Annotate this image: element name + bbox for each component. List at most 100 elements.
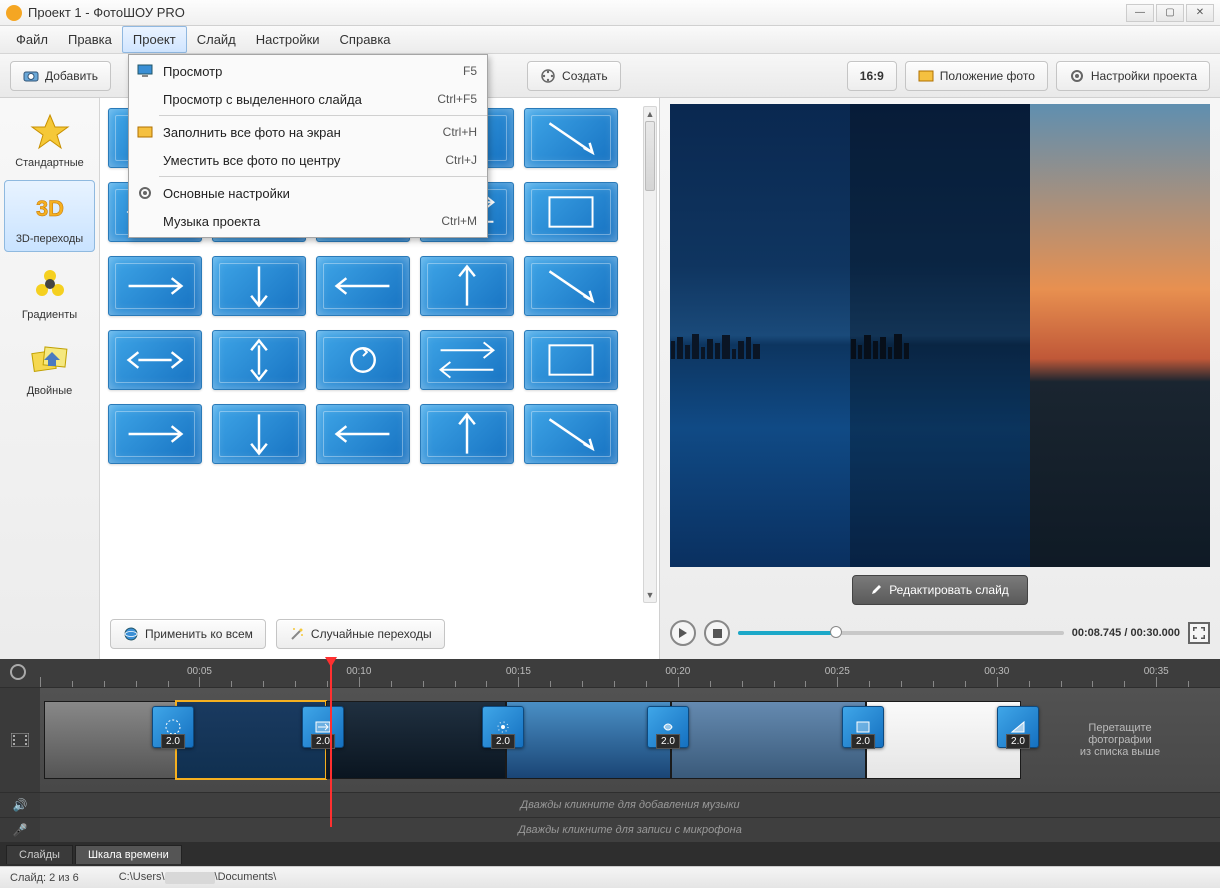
transition-thumb[interactable] [420,330,514,390]
stop-button[interactable] [704,620,730,646]
transition-thumb[interactable] [212,404,306,464]
dd-preview-from-slide[interactable]: Просмотр с выделенного слайда Ctrl+F5 [129,85,487,113]
timeline-tabs: Слайды Шкала времени [0,842,1220,866]
ruler-label: 00:35 [1144,666,1169,677]
ruler-label: 00:05 [187,666,212,677]
menu-edit[interactable]: Правка [58,26,122,53]
transition-thumb[interactable] [316,256,410,316]
cat-gradients[interactable]: Градиенты [4,256,95,328]
transition-thumb[interactable] [420,404,514,464]
menu-project[interactable]: Проект [122,26,187,53]
transition-thumb[interactable] [524,108,618,168]
menu-file[interactable]: Файл [6,26,58,53]
project-settings-button[interactable]: Настройки проекта [1056,61,1210,91]
transition-thumb[interactable] [524,256,618,316]
audio-track-row: 🔊 Дважды кликните для добавления музыки [0,792,1220,817]
random-transitions-button[interactable]: Случайные переходы [276,619,445,649]
mic-track[interactable]: Дважды кликните для записи с микрофона [40,818,1220,842]
transition-badge[interactable]: 2.0 [647,706,689,748]
monitor-icon [133,63,157,79]
edit-slide-button[interactable]: Редактировать слайд [852,575,1028,605]
playhead[interactable] [330,659,332,827]
photo-position-button[interactable]: Положение фото [905,61,1048,91]
audio-track[interactable]: Дважды кликните для добавления музыки [40,793,1220,817]
dd-fit-center[interactable]: Уместить все фото по центру Ctrl+J [129,146,487,174]
play-button[interactable] [670,620,696,646]
gradient-icon [29,263,71,305]
transition-thumb[interactable] [524,182,618,242]
pencil-icon [871,583,883,598]
video-track[interactable]: 2.0 2.0 2.0 2.0 2.0 2.0 Перетащите фотог… [40,688,1220,792]
playback-controls: 00:08.745 / 00:30.000 [670,613,1210,653]
video-track-row: 2.0 2.0 2.0 2.0 2.0 2.0 Перетащите фотог… [0,687,1220,792]
transition-thumb[interactable] [108,330,202,390]
menu-slide[interactable]: Слайд [187,26,246,53]
aspect-ratio-button[interactable]: 16:9 [847,61,897,91]
time-display: 00:08.745 / 00:30.000 [1072,627,1180,639]
ruler-label: 00:30 [984,666,1009,677]
transition-badge[interactable]: 2.0 [842,706,884,748]
photo-icon [918,68,934,84]
mic-track-row: 🎤 Дважды кликните для записи с микрофона [0,817,1220,842]
transition-thumb[interactable] [108,256,202,316]
seek-handle[interactable] [830,626,842,638]
timeline-clip[interactable] [326,701,506,779]
create-button[interactable]: Создать [527,61,621,91]
minimize-button[interactable]: — [1126,4,1154,22]
globe-icon [123,626,139,642]
transition-thumb[interactable] [108,404,202,464]
tab-timeline[interactable]: Шкала времени [75,845,182,864]
ruler-label: 00:20 [665,666,690,677]
transition-badge[interactable]: 2.0 [997,706,1039,748]
add-button[interactable]: Добавить [10,61,111,91]
fill-icon [133,124,157,140]
scrollbar-thumb[interactable] [645,121,655,191]
double-icon [29,339,71,381]
preview-panel: Редактировать слайд 00:08.745 / 00:30.00… [660,98,1220,659]
wand-icon [289,626,305,642]
close-button[interactable]: ✕ [1186,4,1214,22]
timeline: 00:0500:1000:1500:2000:2500:3000:35 2.0 … [0,659,1220,866]
maximize-button[interactable]: ▢ [1156,4,1184,22]
transition-thumb[interactable] [420,256,514,316]
seek-bar[interactable] [738,631,1064,635]
scroll-up-icon[interactable]: ▲ [644,107,656,121]
cat-3d[interactable]: 3D 3D-переходы [4,180,95,252]
tab-slides[interactable]: Слайды [6,845,73,864]
redacted-username [165,872,215,884]
mic-icon: 🎤 [13,823,28,837]
video-track-head [0,688,40,792]
transition-badge[interactable]: 2.0 [482,706,524,748]
menu-help[interactable]: Справка [330,26,401,53]
transition-thumb[interactable] [316,330,410,390]
timeline-ruler[interactable]: 00:0500:1000:1500:2000:2500:3000:35 [0,659,1220,687]
scroll-down-icon[interactable]: ▼ [644,588,656,602]
transition-thumb[interactable] [212,256,306,316]
transition-thumb[interactable] [212,330,306,390]
dd-main-settings[interactable]: Основные настройки [129,179,487,207]
dd-preview[interactable]: Просмотр F5 [129,57,487,85]
timeline-clip[interactable] [671,701,866,779]
transition-thumb[interactable] [316,404,410,464]
transition-badge[interactable]: 2.0 [302,706,344,748]
apply-all-button[interactable]: Применить ко всем [110,619,266,649]
menu-bar: Файл Правка Проект Слайд Настройки Справ… [0,26,1220,54]
cat-standard[interactable]: Стандартные [4,104,95,176]
transition-thumb[interactable] [524,404,618,464]
speaker-icon: 🔊 [13,798,28,812]
dd-fill-screen[interactable]: Заполнить все фото на экран Ctrl+H [129,118,487,146]
dd-project-music[interactable]: Музыка проекта Ctrl+M [129,207,487,235]
vertical-scrollbar[interactable]: ▲ ▼ [643,106,657,603]
category-sidebar: Стандартные 3D 3D-переходы Градиенты Дво… [0,98,100,659]
menu-settings[interactable]: Настройки [246,26,330,53]
transitions-actions: Применить ко всем Случайные переходы [100,611,659,659]
gear-icon [1069,68,1085,84]
transition-thumb[interactable] [524,330,618,390]
app-icon [6,5,22,21]
svg-text:3D: 3D [35,196,63,221]
transition-badge[interactable]: 2.0 [152,706,194,748]
cat-double[interactable]: Двойные [4,332,95,404]
3d-icon: 3D [29,187,71,229]
ruler-label: 00:10 [346,666,371,677]
fullscreen-button[interactable] [1188,622,1210,644]
